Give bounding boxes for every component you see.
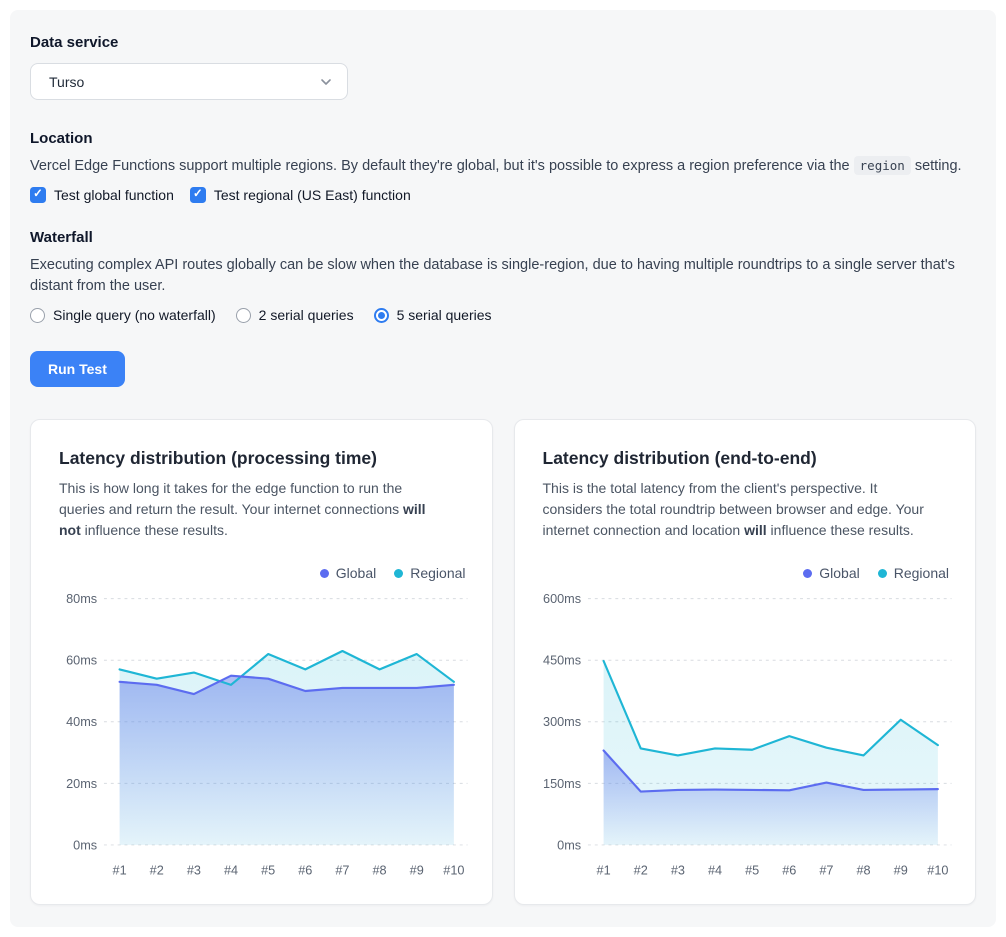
svg-text:#4: #4 xyxy=(224,863,238,877)
location-description: Vercel Edge Functions support multiple r… xyxy=(30,156,976,177)
main-panel: Data service Turso Location Vercel Edge … xyxy=(10,10,996,927)
location-heading: Location xyxy=(30,130,976,147)
svg-text:80ms: 80ms xyxy=(66,592,97,606)
processing-time-card: Latency distribution (processing time) T… xyxy=(30,419,493,905)
global-series-dot xyxy=(320,569,329,578)
radio-single-query[interactable]: Single query (no waterfall) xyxy=(30,307,216,323)
card-title: Latency distribution (processing time) xyxy=(59,448,470,469)
desc-post: influence these results. xyxy=(81,522,228,538)
desc-pre: This is how long it takes for the edge f… xyxy=(59,480,403,517)
svg-text:#3: #3 xyxy=(187,863,201,877)
waterfall-heading: Waterfall xyxy=(30,229,976,246)
svg-text:#9: #9 xyxy=(893,863,907,877)
run-test-button[interactable]: Run Test xyxy=(30,351,125,387)
svg-text:#5: #5 xyxy=(261,863,275,877)
chevron-down-icon xyxy=(319,75,333,89)
svg-text:450ms: 450ms xyxy=(543,654,581,668)
legend-label: Regional xyxy=(894,565,949,581)
location-desc-post: setting. xyxy=(911,158,962,174)
global-series-dot xyxy=(803,569,812,578)
processing-time-chart: 0ms 20ms 40ms 60ms 80ms #1 #2 #3 #4 #5 #6 #7 #8 #9 #10 xyxy=(59,583,470,886)
radio-icon[interactable] xyxy=(236,308,251,323)
legend-label: Global xyxy=(819,565,859,581)
location-checkbox-row: Test global function Test regional (US E… xyxy=(30,187,976,203)
radio-label: 5 serial queries xyxy=(397,307,492,323)
card-title: Latency distribution (end-to-end) xyxy=(543,448,954,469)
checkbox-icon[interactable] xyxy=(190,187,206,203)
end-to-end-chart: 0ms 150ms 300ms 450ms 600ms #1 #2 #3 #4 #5 #6 #7 #8 #… xyxy=(543,583,954,886)
svg-text:150ms: 150ms xyxy=(543,777,581,791)
legend-label: Regional xyxy=(410,565,465,581)
svg-text:60ms: 60ms xyxy=(66,654,97,668)
svg-text:#6: #6 xyxy=(298,863,312,877)
radio-label: Single query (no waterfall) xyxy=(53,307,216,323)
legend-item-global: Global xyxy=(803,565,859,581)
svg-text:#8: #8 xyxy=(856,863,870,877)
desc-bold: will xyxy=(744,522,767,538)
legend-item-regional: Regional xyxy=(394,565,465,581)
svg-text:#8: #8 xyxy=(373,863,387,877)
regional-series-dot xyxy=(394,569,403,578)
svg-text:#1: #1 xyxy=(113,863,127,877)
location-desc-pre: Vercel Edge Functions support multiple r… xyxy=(30,158,854,174)
data-service-select[interactable]: Turso xyxy=(30,63,348,100)
svg-text:#7: #7 xyxy=(335,863,349,877)
svg-text:#4: #4 xyxy=(707,863,721,877)
end-to-end-card: Latency distribution (end-to-end) This i… xyxy=(514,419,977,905)
legend-item-global: Global xyxy=(320,565,376,581)
data-service-heading: Data service xyxy=(30,34,976,51)
svg-text:0ms: 0ms xyxy=(557,838,581,852)
checkbox-test-regional[interactable]: Test regional (US East) function xyxy=(190,187,411,203)
svg-text:#3: #3 xyxy=(670,863,684,877)
svg-text:600ms: 600ms xyxy=(543,592,581,606)
svg-text:20ms: 20ms xyxy=(66,777,97,791)
radio-2-serial-queries[interactable]: 2 serial queries xyxy=(236,307,354,323)
svg-text:#2: #2 xyxy=(633,863,647,877)
chart-legend: Global Regional xyxy=(543,565,950,581)
svg-text:#1: #1 xyxy=(596,863,610,877)
desc-post: influence these results. xyxy=(767,522,914,538)
waterfall-description: Executing complex API routes globally ca… xyxy=(30,255,976,297)
svg-text:#9: #9 xyxy=(410,863,424,877)
svg-text:#6: #6 xyxy=(782,863,796,877)
data-service-selected-value: Turso xyxy=(49,74,84,90)
card-description: This is the total latency from the clien… xyxy=(543,478,931,541)
svg-text:#2: #2 xyxy=(150,863,164,877)
svg-text:300ms: 300ms xyxy=(543,715,581,729)
radio-icon[interactable] xyxy=(374,308,389,323)
checkbox-test-global[interactable]: Test global function xyxy=(30,187,174,203)
svg-text:#10: #10 xyxy=(443,863,464,877)
svg-text:#7: #7 xyxy=(819,863,833,877)
charts-row: Latency distribution (processing time) T… xyxy=(30,419,976,905)
regional-series-dot xyxy=(878,569,887,578)
radio-label: 2 serial queries xyxy=(259,307,354,323)
card-description: This is how long it takes for the edge f… xyxy=(59,478,447,541)
checkbox-label: Test regional (US East) function xyxy=(214,187,411,203)
radio-icon[interactable] xyxy=(30,308,45,323)
svg-text:0ms: 0ms xyxy=(73,838,97,852)
svg-text:#10: #10 xyxy=(927,863,948,877)
chart-legend: Global Regional xyxy=(59,565,466,581)
svg-text:#5: #5 xyxy=(745,863,759,877)
region-code-tag: region xyxy=(854,156,911,175)
legend-item-regional: Regional xyxy=(878,565,949,581)
checkbox-label: Test global function xyxy=(54,187,174,203)
checkbox-icon[interactable] xyxy=(30,187,46,203)
radio-5-serial-queries[interactable]: 5 serial queries xyxy=(374,307,492,323)
legend-label: Global xyxy=(336,565,376,581)
svg-text:40ms: 40ms xyxy=(66,715,97,729)
waterfall-radio-row: Single query (no waterfall) 2 serial que… xyxy=(30,307,976,323)
